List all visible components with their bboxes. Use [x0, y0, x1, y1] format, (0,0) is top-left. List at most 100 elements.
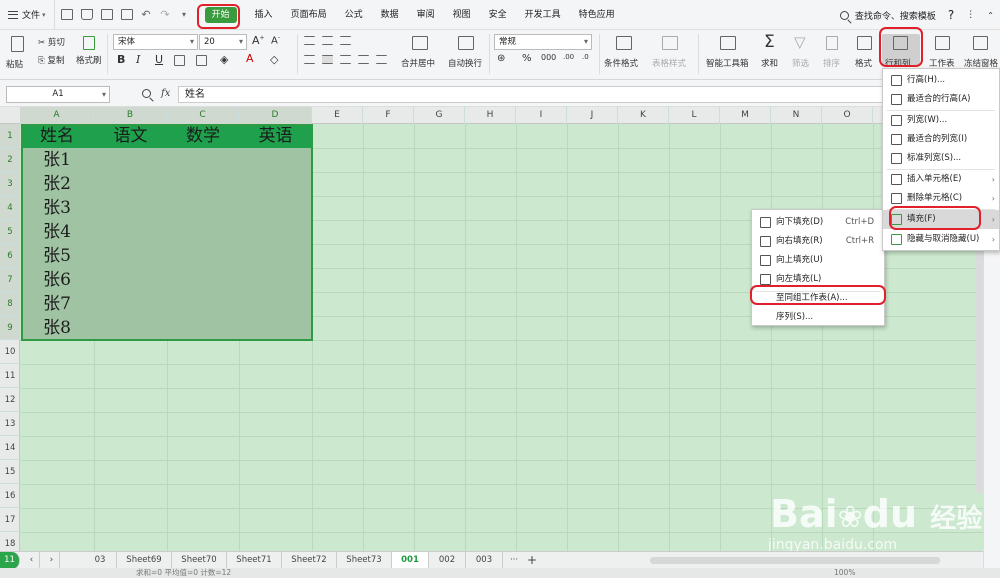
undo-icon[interactable]: ↶ [141, 9, 152, 20]
smart-toolbox-button[interactable]: 智能工具箱 [706, 57, 749, 69]
row-header-2[interactable]: 2 [0, 148, 20, 172]
name-cell[interactable]: 张5 [20, 244, 94, 268]
help-icon[interactable]: ? [948, 8, 954, 22]
zoom-level[interactable]: 100% [834, 568, 855, 578]
column-header-m[interactable]: M [720, 107, 771, 124]
align-middle-icon[interactable] [322, 36, 333, 45]
column-header-h[interactable]: H [465, 107, 516, 124]
add-sheet-icon[interactable]: + [524, 552, 540, 569]
next-sheet-icon[interactable]: › [44, 552, 60, 569]
column-header-k[interactable]: K [618, 107, 669, 124]
row-header-13[interactable]: 13 [0, 412, 20, 436]
paste-button[interactable]: 粘贴 [6, 58, 23, 70]
menu-item-fill-right[interactable]: 向右填充(R) Ctrl+R [752, 232, 884, 251]
cut-button[interactable]: ✂ 剪切 [38, 36, 65, 48]
menu-item-insert-cells[interactable]: 插入单元格(E) › [883, 170, 999, 189]
number-format-select[interactable]: 常规 [494, 34, 592, 50]
column-header-c[interactable]: C [167, 107, 239, 124]
column-header-n[interactable]: N [771, 107, 822, 124]
align-top-icon[interactable] [304, 36, 315, 45]
row-header-15[interactable]: 15 [0, 460, 20, 484]
save-icon[interactable] [60, 9, 73, 20]
sum-button[interactable]: 求和 [761, 57, 778, 69]
menu-item-autofit-col[interactable]: 最适合的列宽(I) [883, 130, 999, 149]
sheet-tab[interactable]: 003 [466, 552, 503, 569]
sheet-tab[interactable]: Sheet73 [337, 552, 392, 569]
print-preview-icon[interactable] [120, 9, 133, 20]
row-header-10[interactable]: 10 [0, 340, 20, 364]
sheet-tab[interactable]: 002 [429, 552, 466, 569]
column-header-f[interactable]: F [363, 107, 414, 124]
format-button[interactable]: 格式 [855, 57, 872, 69]
font-color-icon[interactable]: A [246, 52, 254, 65]
underline-button[interactable]: U [155, 53, 163, 66]
sort-button[interactable]: 排序 [823, 57, 840, 69]
row-header-7[interactable]: 7 [0, 268, 20, 292]
increase-font-icon[interactable]: A+ [252, 34, 265, 47]
menu-item-autofit-row[interactable]: 最适合的行高(A) [883, 90, 999, 109]
more-sheets-icon[interactable]: ··· [506, 552, 522, 569]
row-header-6[interactable]: 6 [0, 244, 20, 268]
currency-icon[interactable]: ⊛ [497, 53, 505, 64]
increase-decimal-icon[interactable]: .00 [563, 53, 574, 61]
format-painter-button[interactable]: 格式刷 [76, 54, 102, 66]
tab-security[interactable]: 安全 [480, 0, 516, 30]
fx-icon[interactable]: fx [161, 88, 170, 99]
align-left-icon[interactable] [304, 55, 315, 64]
percent-button[interactable]: % [522, 53, 532, 64]
name-cell[interactable]: 张3 [20, 196, 94, 220]
row-header-17[interactable]: 17 [0, 508, 20, 532]
thousands-icon[interactable]: 000 [541, 53, 556, 62]
table-header-cell[interactable]: 数学 [167, 124, 239, 148]
spreadsheet-grid[interactable]: ABCDEFGHIJKLMNO 1 2 3 4 5 6 7 8 9 10 11 12 13 14 15 16 1… [0, 107, 983, 551]
distribute-icon[interactable] [376, 55, 387, 64]
menu-item-fill-up[interactable]: 向上填充(U) [752, 251, 884, 270]
align-right-icon[interactable] [340, 55, 351, 64]
column-header-l[interactable]: L [669, 107, 720, 124]
row-header-14[interactable]: 14 [0, 436, 20, 460]
clear-format-icon[interactable]: ◇ [270, 53, 278, 66]
menu-item-hide-unhide[interactable]: 隐藏与取消隐藏(U) › [883, 230, 999, 249]
zoom-formula-icon[interactable] [142, 89, 151, 98]
decrease-font-icon[interactable]: A- [271, 34, 280, 46]
italic-button[interactable]: I [136, 53, 140, 66]
column-header-e[interactable]: E [312, 107, 363, 124]
name-cell[interactable]: 张4 [20, 220, 94, 244]
tab-developer[interactable]: 开发工具 [516, 0, 570, 30]
command-search[interactable]: 查找命令、搜索模板 [839, 9, 936, 22]
conditional-format-button[interactable]: 条件格式 [604, 57, 638, 69]
row-header-12[interactable]: 12 [0, 388, 20, 412]
column-header-g[interactable]: G [414, 107, 465, 124]
sheet-tab[interactable]: 03 [84, 552, 117, 569]
filter-button[interactable]: 筛选 [792, 57, 809, 69]
customize-icon[interactable]: ▾ [179, 9, 190, 20]
formula-input[interactable]: 姓名 [178, 86, 1000, 103]
fill-color-icon[interactable]: ◈ [220, 53, 228, 66]
file-menu[interactable]: 文件 ▾ [0, 0, 54, 30]
sheet-tab[interactable]: Sheet69 [117, 552, 172, 569]
row-header-4[interactable]: 4 [0, 196, 20, 220]
table-header-cell[interactable]: 语文 [94, 124, 167, 148]
tab-formula[interactable]: 公式 [336, 0, 372, 30]
table-header-cell[interactable]: 英语 [239, 124, 312, 148]
column-header-j[interactable]: J [567, 107, 618, 124]
tab-page-layout[interactable]: 页面布局 [282, 0, 336, 30]
print-icon[interactable] [100, 9, 113, 20]
export-pdf-icon[interactable] [80, 9, 93, 20]
name-cell[interactable]: 张8 [20, 316, 94, 340]
border-icon[interactable] [174, 55, 185, 66]
horizontal-scrollbar[interactable] [650, 557, 940, 564]
column-header-i[interactable]: I [516, 107, 567, 124]
sheet-tab[interactable]: Sheet70 [172, 552, 227, 569]
merge-center-button[interactable]: 合并居中 [401, 57, 435, 69]
justify-icon[interactable] [358, 55, 369, 64]
prev-sheet-icon[interactable]: ‹ [24, 552, 40, 569]
row-header-5[interactable]: 5 [0, 220, 20, 244]
column-header-a[interactable]: A [20, 107, 94, 124]
font-name-select[interactable]: 宋体 [113, 34, 198, 50]
align-center-icon[interactable] [322, 55, 333, 64]
column-header-d[interactable]: D [239, 107, 312, 124]
row-header-9[interactable]: 9 [0, 316, 20, 340]
sheet-tab[interactable]: Sheet71 [227, 552, 282, 569]
decrease-decimal-icon[interactable]: .0 [582, 53, 589, 61]
